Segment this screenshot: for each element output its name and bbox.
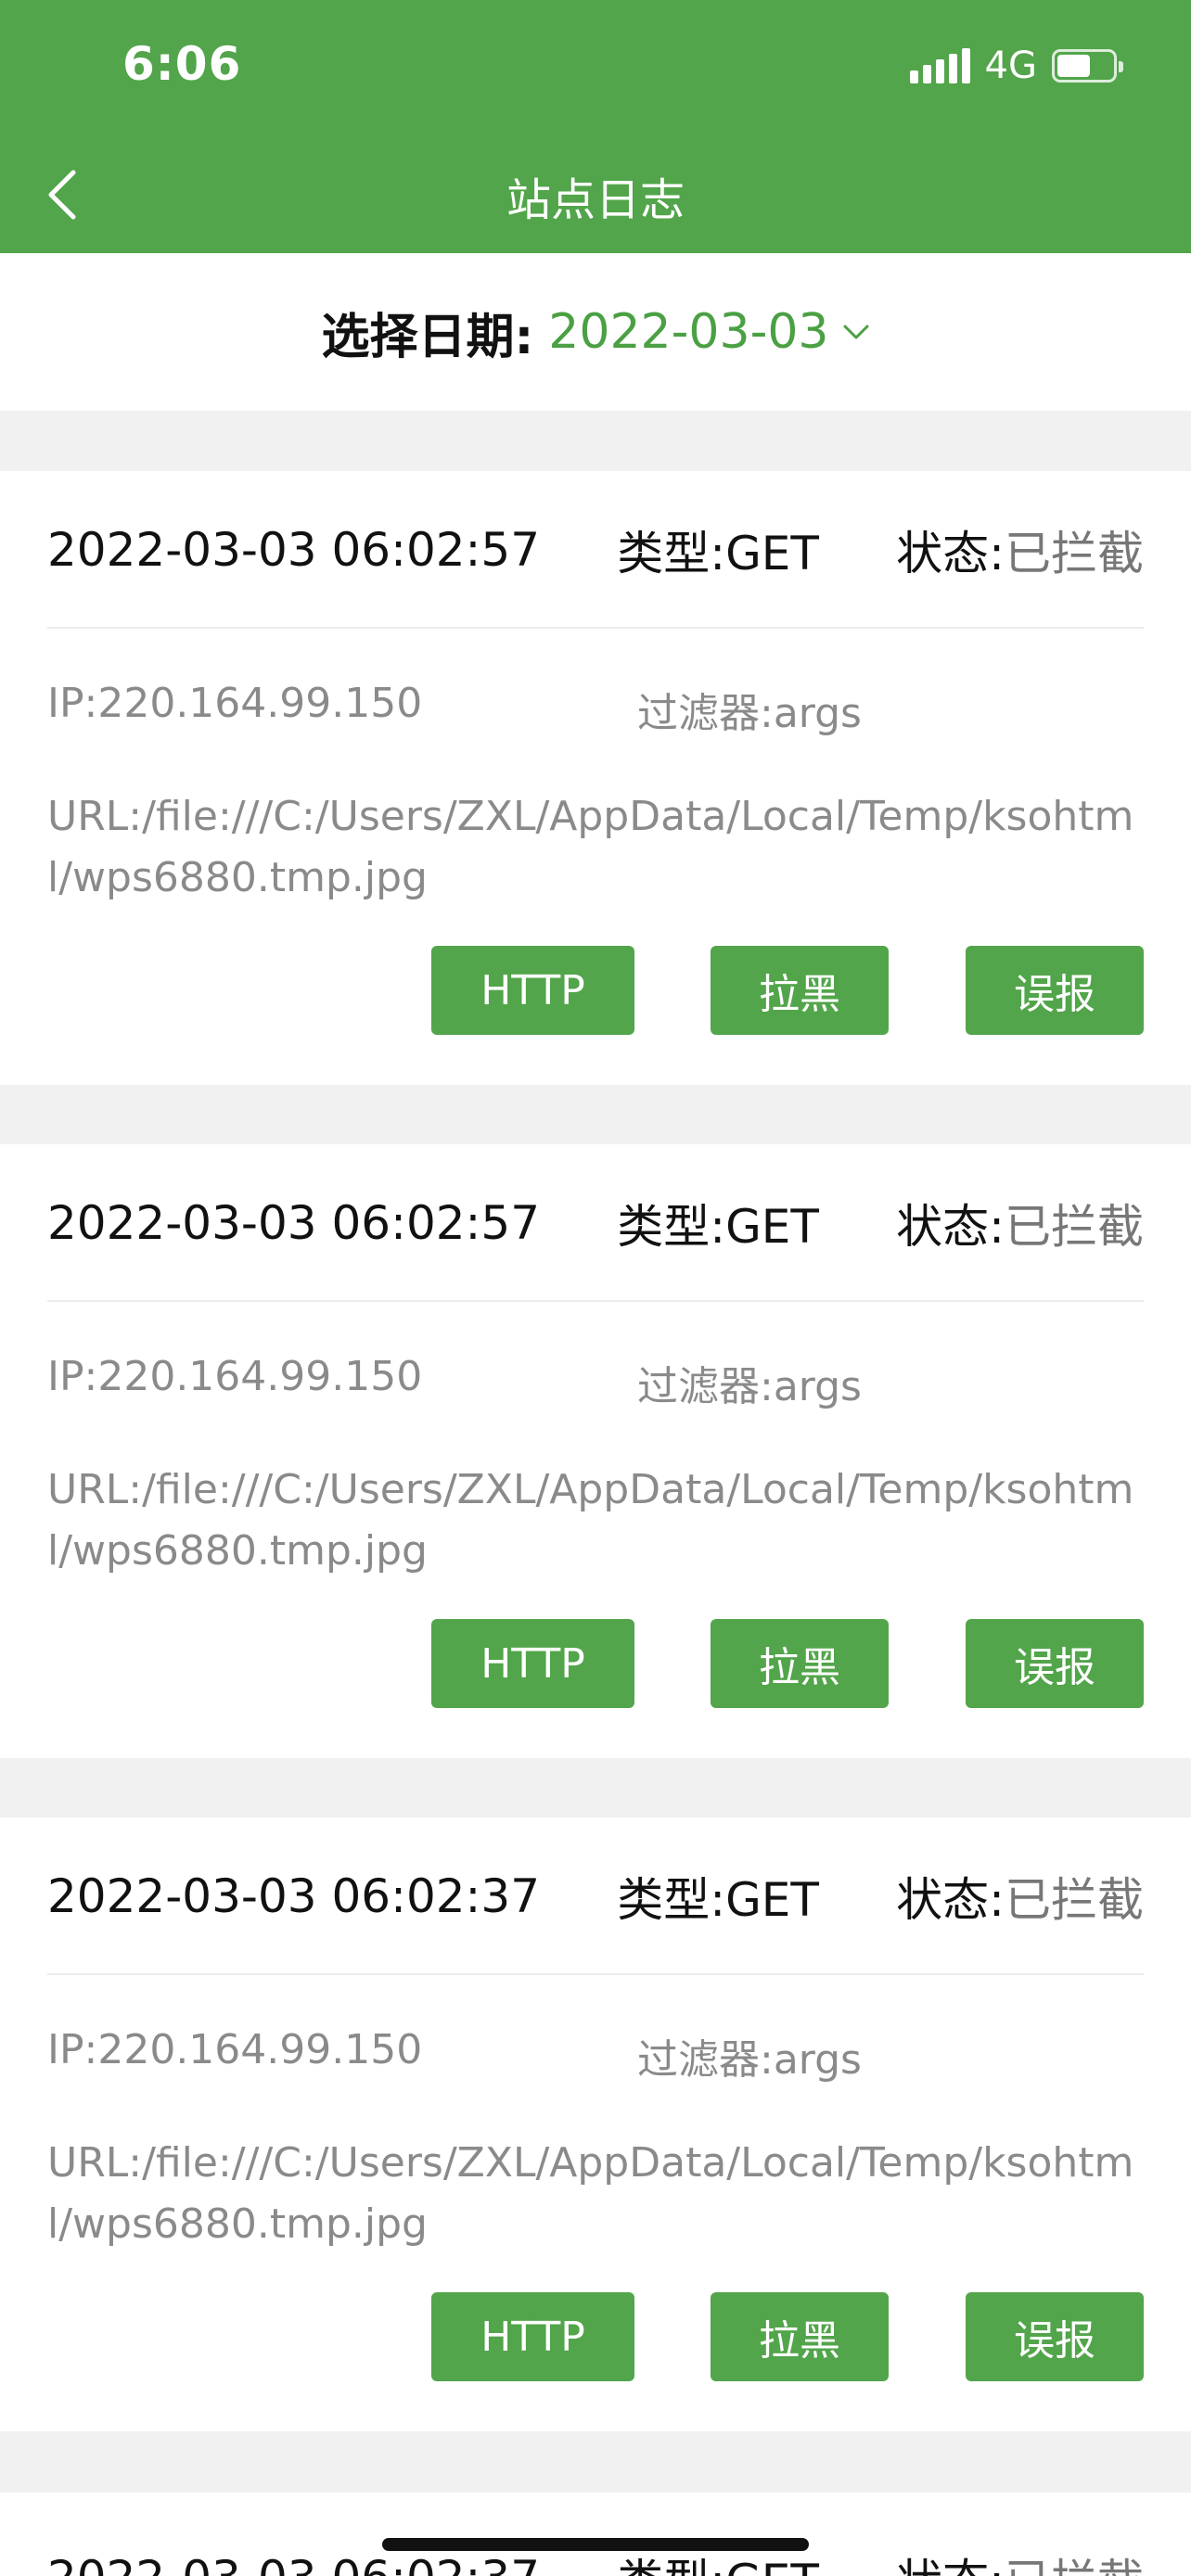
log-filter: 过滤器:args bbox=[637, 2036, 862, 2084]
false-report-button[interactable]: 误报 bbox=[966, 2292, 1144, 2381]
http-button[interactable]: HTTP bbox=[431, 2292, 634, 2381]
divider bbox=[47, 1300, 1144, 1302]
home-indicator[interactable] bbox=[382, 2538, 809, 2551]
status-icons: 4G bbox=[909, 45, 1123, 87]
false-report-button[interactable]: 误报 bbox=[966, 946, 1144, 1035]
log-url: URL:/file:///C:/Users/ZXL/AppData/Local/… bbox=[47, 2139, 1134, 2248]
log-type: 类型:GET bbox=[617, 1873, 819, 1927]
status-label: 状态: bbox=[896, 2555, 1005, 2576]
date-label: 选择日期: bbox=[321, 309, 534, 365]
app-header: 6:06 4G 站点日志 bbox=[0, 0, 1191, 253]
chevron-down-icon[interactable] bbox=[842, 324, 870, 340]
log-status: 状态:已拦截 bbox=[896, 1863, 1144, 1930]
status-value: 已拦截 bbox=[1005, 1200, 1144, 1254]
log-datetime: 2022-03-03 06:02:57 bbox=[47, 523, 541, 577]
false-report-button[interactable]: 误报 bbox=[966, 1619, 1144, 1708]
status-label: 状态: bbox=[896, 1873, 1005, 1927]
page-title: 站点日志 bbox=[506, 174, 685, 226]
log-card: 2022-03-03 06:02:37 类型:GET 状态:已拦截 bbox=[0, 2493, 1191, 2576]
status-value: 已拦截 bbox=[1005, 1873, 1144, 1927]
signal-icon bbox=[909, 48, 970, 83]
status-label: 状态: bbox=[896, 1200, 1005, 1254]
battery-icon bbox=[1052, 49, 1123, 83]
log-filter: 过滤器:args bbox=[637, 1363, 862, 1410]
log-ip: IP:220.164.99.150 bbox=[47, 1353, 423, 1400]
log-ip: IP:220.164.99.150 bbox=[47, 2026, 423, 2073]
log-url: URL:/file:///C:/Users/ZXL/AppData/Local/… bbox=[47, 793, 1134, 901]
divider bbox=[47, 627, 1144, 629]
http-button[interactable]: HTTP bbox=[431, 1619, 634, 1708]
log-header-row: 2022-03-03 06:02:57 类型:GET 状态:已拦截 bbox=[47, 1144, 1144, 1302]
log-datetime: 2022-03-03 06:02:37 bbox=[47, 1869, 541, 1923]
status-label: 状态: bbox=[896, 527, 1005, 580]
network-type: 4G bbox=[984, 45, 1037, 87]
blacklist-button[interactable]: 拉黑 bbox=[711, 2292, 889, 2381]
log-filter: 过滤器:args bbox=[637, 690, 862, 737]
log-status: 状态:已拦截 bbox=[896, 1190, 1144, 1256]
status-value: 已拦截 bbox=[1005, 527, 1144, 580]
log-status: 状态:已拦截 bbox=[896, 516, 1144, 583]
log-ip: IP:220.164.99.150 bbox=[47, 680, 423, 727]
log-status: 状态:已拦截 bbox=[896, 2544, 1144, 2576]
status-value: 已拦截 bbox=[1005, 2555, 1144, 2576]
log-card: 2022-03-03 06:02:57 类型:GET 状态:已拦截 IP:220… bbox=[0, 1144, 1191, 1758]
blacklist-button[interactable]: 拉黑 bbox=[711, 1619, 889, 1708]
date-selector[interactable]: 选择日期: 2022-03-03 bbox=[0, 253, 1191, 411]
date-value[interactable]: 2022-03-03 bbox=[548, 304, 828, 360]
log-header-row: 2022-03-03 06:02:57 类型:GET 状态:已拦截 bbox=[47, 471, 1144, 629]
status-time: 6:06 bbox=[122, 37, 242, 91]
log-datetime: 2022-03-03 06:02:57 bbox=[47, 1196, 541, 1250]
log-url: URL:/file:///C:/Users/ZXL/AppData/Local/… bbox=[47, 1466, 1134, 1575]
log-datetime: 2022-03-03 06:02:37 bbox=[47, 2551, 540, 2576]
divider bbox=[47, 1973, 1144, 1975]
log-header-row: 2022-03-03 06:02:37 类型:GET 状态:已拦截 bbox=[47, 1817, 1144, 1975]
log-type: 类型:GET bbox=[617, 527, 819, 580]
http-button[interactable]: HTTP bbox=[431, 946, 634, 1035]
blacklist-button[interactable]: 拉黑 bbox=[711, 946, 889, 1035]
log-type: 类型:GET bbox=[617, 1200, 819, 1254]
log-card: 2022-03-03 06:02:57 类型:GET 状态:已拦截 IP:220… bbox=[0, 471, 1191, 1085]
log-card: 2022-03-03 06:02:37 类型:GET 状态:已拦截 IP:220… bbox=[0, 1817, 1191, 2431]
